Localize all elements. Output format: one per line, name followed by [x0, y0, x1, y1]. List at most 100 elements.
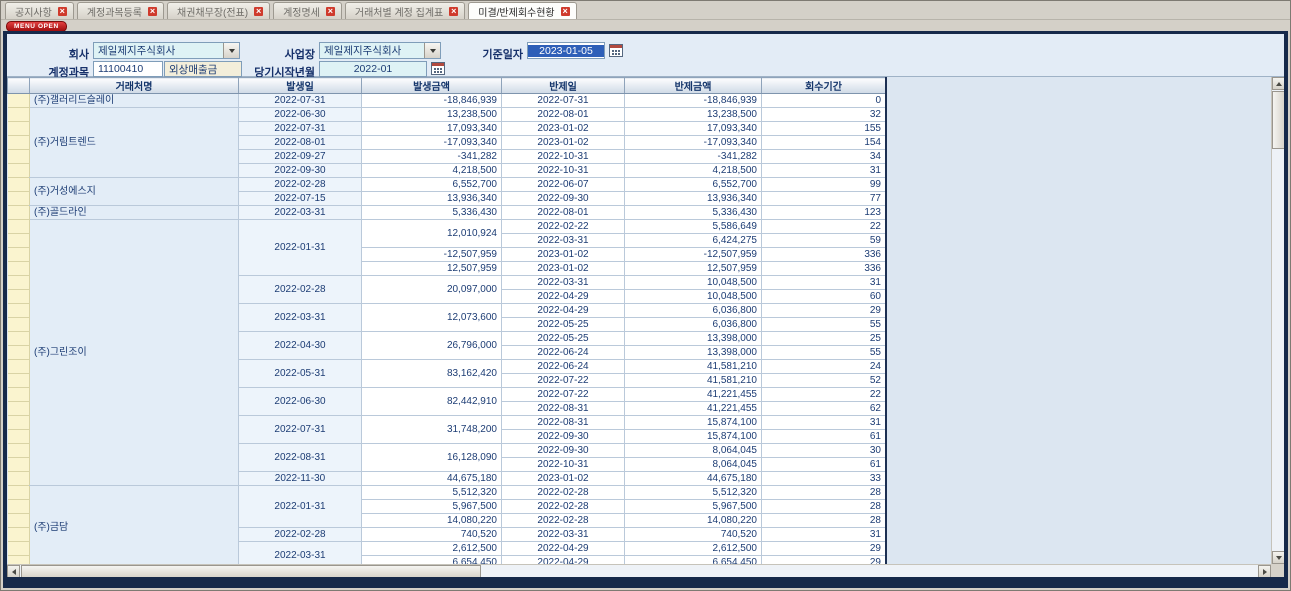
- settle-date-cell[interactable]: 2022-08-31: [502, 402, 625, 416]
- account-name-field[interactable]: 외상매출금: [164, 61, 242, 77]
- row-indicator-cell[interactable]: [8, 360, 30, 374]
- row-indicator-cell[interactable]: [8, 458, 30, 472]
- settle-date-cell[interactable]: 2022-04-29: [502, 304, 625, 318]
- settle-amount-cell[interactable]: -18,846,939: [625, 94, 762, 108]
- settle-date-cell[interactable]: 2022-09-30: [502, 444, 625, 458]
- issue-amount-cell[interactable]: 4,218,500: [362, 164, 502, 178]
- collection-days-cell[interactable]: 155: [762, 122, 886, 136]
- start-month-input[interactable]: 2022-01: [319, 61, 427, 77]
- issue-date-cell[interactable]: 2022-07-31: [239, 416, 362, 444]
- settle-amount-cell[interactable]: 6,654,450: [625, 556, 762, 565]
- collection-days-cell[interactable]: 30: [762, 444, 886, 458]
- tab-2[interactable]: 계정과목등록×: [77, 2, 164, 19]
- settle-amount-cell[interactable]: 41,581,210: [625, 360, 762, 374]
- collection-days-cell[interactable]: 77: [762, 192, 886, 206]
- issue-date-cell[interactable]: 2022-06-30: [239, 388, 362, 416]
- row-indicator-cell[interactable]: [8, 248, 30, 262]
- collection-days-cell[interactable]: 0: [762, 94, 886, 108]
- collection-days-cell[interactable]: 99: [762, 178, 886, 192]
- issue-amount-cell[interactable]: 26,796,000: [362, 332, 502, 360]
- collection-days-cell[interactable]: 29: [762, 542, 886, 556]
- collection-days-cell[interactable]: 31: [762, 276, 886, 290]
- settle-amount-cell[interactable]: 14,080,220: [625, 514, 762, 528]
- scroll-right-button[interactable]: [1258, 565, 1271, 577]
- row-indicator-cell[interactable]: [8, 192, 30, 206]
- settle-date-cell[interactable]: 2022-10-31: [502, 150, 625, 164]
- row-indicator-cell[interactable]: [8, 514, 30, 528]
- issue-date-cell[interactable]: 2022-08-01: [239, 136, 362, 150]
- settle-amount-cell[interactable]: -12,507,959: [625, 248, 762, 262]
- tab-5[interactable]: 거래처별 계정 집계표×: [345, 2, 465, 19]
- settle-date-cell[interactable]: 2022-03-31: [502, 528, 625, 542]
- row-indicator-cell[interactable]: [8, 486, 30, 500]
- issue-amount-cell[interactable]: -18,846,939: [362, 94, 502, 108]
- issue-date-cell[interactable]: 2022-07-31: [239, 94, 362, 108]
- customer-cell[interactable]: (주)그린조이: [30, 220, 239, 486]
- collection-days-cell[interactable]: 154: [762, 136, 886, 150]
- issue-date-cell[interactable]: 2022-03-31: [239, 304, 362, 332]
- settle-date-cell[interactable]: 2023-01-02: [502, 472, 625, 486]
- settle-date-cell[interactable]: 2022-10-31: [502, 164, 625, 178]
- tab-close-icon[interactable]: ×: [561, 7, 570, 16]
- collection-days-cell[interactable]: 28: [762, 500, 886, 514]
- collection-days-cell[interactable]: 336: [762, 248, 886, 262]
- collection-days-cell[interactable]: 32: [762, 108, 886, 122]
- issue-amount-cell[interactable]: 17,093,340: [362, 122, 502, 136]
- row-indicator-cell[interactable]: [8, 94, 30, 108]
- collection-days-cell[interactable]: 24: [762, 360, 886, 374]
- issue-amount-cell[interactable]: 2,612,500: [362, 542, 502, 556]
- settle-date-cell[interactable]: 2023-01-02: [502, 248, 625, 262]
- settle-amount-cell[interactable]: 6,552,700: [625, 178, 762, 192]
- issue-date-cell[interactable]: 2022-11-30: [239, 472, 362, 486]
- issue-date-cell[interactable]: 2022-01-31: [239, 220, 362, 276]
- collection-days-cell[interactable]: 34: [762, 150, 886, 164]
- settle-amount-cell[interactable]: 2,612,500: [625, 542, 762, 556]
- issue-amount-cell[interactable]: 740,520: [362, 528, 502, 542]
- settle-date-cell[interactable]: 2022-04-29: [502, 290, 625, 304]
- horizontal-scroll-thumb[interactable]: [21, 565, 481, 577]
- scroll-up-button[interactable]: [1272, 77, 1284, 90]
- settle-date-cell[interactable]: 2022-04-29: [502, 556, 625, 565]
- issue-date-cell[interactable]: 2022-02-28: [239, 178, 362, 192]
- collection-days-cell[interactable]: 55: [762, 346, 886, 360]
- settle-amount-cell[interactable]: 13,398,000: [625, 332, 762, 346]
- row-indicator-cell[interactable]: [8, 472, 30, 486]
- settle-date-cell[interactable]: 2022-06-07: [502, 178, 625, 192]
- row-indicator-cell[interactable]: [8, 290, 30, 304]
- settle-date-cell[interactable]: 2022-07-22: [502, 374, 625, 388]
- row-indicator-cell[interactable]: [8, 388, 30, 402]
- settle-amount-cell[interactable]: 17,093,340: [625, 122, 762, 136]
- issue-date-cell[interactable]: 2022-06-30: [239, 108, 362, 122]
- tab-close-icon[interactable]: ×: [449, 7, 458, 16]
- settle-amount-cell[interactable]: 5,586,649: [625, 220, 762, 234]
- row-indicator-cell[interactable]: [8, 122, 30, 136]
- issue-amount-cell[interactable]: 5,967,500: [362, 500, 502, 514]
- row-indicator-cell[interactable]: [8, 374, 30, 388]
- collection-days-cell[interactable]: 61: [762, 430, 886, 444]
- issue-date-cell[interactable]: 2022-02-28: [239, 276, 362, 304]
- settle-date-cell[interactable]: 2022-04-29: [502, 542, 625, 556]
- issue-amount-cell[interactable]: 16,128,090: [362, 444, 502, 472]
- issue-date-cell[interactable]: 2022-03-31: [239, 542, 362, 565]
- row-indicator-cell[interactable]: [8, 276, 30, 290]
- base-date-input[interactable]: 2023-01-05: [527, 42, 605, 59]
- issue-amount-cell[interactable]: 14,080,220: [362, 514, 502, 528]
- issue-amount-cell[interactable]: 6,552,700: [362, 178, 502, 192]
- company-dropdown-button[interactable]: [223, 43, 239, 58]
- issue-date-cell[interactable]: 2022-07-31: [239, 122, 362, 136]
- collection-days-cell[interactable]: 29: [762, 556, 886, 565]
- collection-days-cell[interactable]: 60: [762, 290, 886, 304]
- issue-amount-cell[interactable]: 12,073,600: [362, 304, 502, 332]
- issue-amount-cell[interactable]: 20,097,000: [362, 276, 502, 304]
- issue-date-cell[interactable]: 2022-09-27: [239, 150, 362, 164]
- collection-days-cell[interactable]: 28: [762, 514, 886, 528]
- row-indicator-cell[interactable]: [8, 108, 30, 122]
- scroll-down-button[interactable]: [1272, 551, 1284, 564]
- row-indicator-cell[interactable]: [8, 542, 30, 556]
- settle-amount-cell[interactable]: 41,581,210: [625, 374, 762, 388]
- collection-days-cell[interactable]: 28: [762, 486, 886, 500]
- issue-date-cell[interactable]: 2022-04-30: [239, 332, 362, 360]
- row-indicator-cell[interactable]: [8, 150, 30, 164]
- customer-cell[interactable]: (주)금담: [30, 486, 239, 565]
- row-indicator-cell[interactable]: [8, 178, 30, 192]
